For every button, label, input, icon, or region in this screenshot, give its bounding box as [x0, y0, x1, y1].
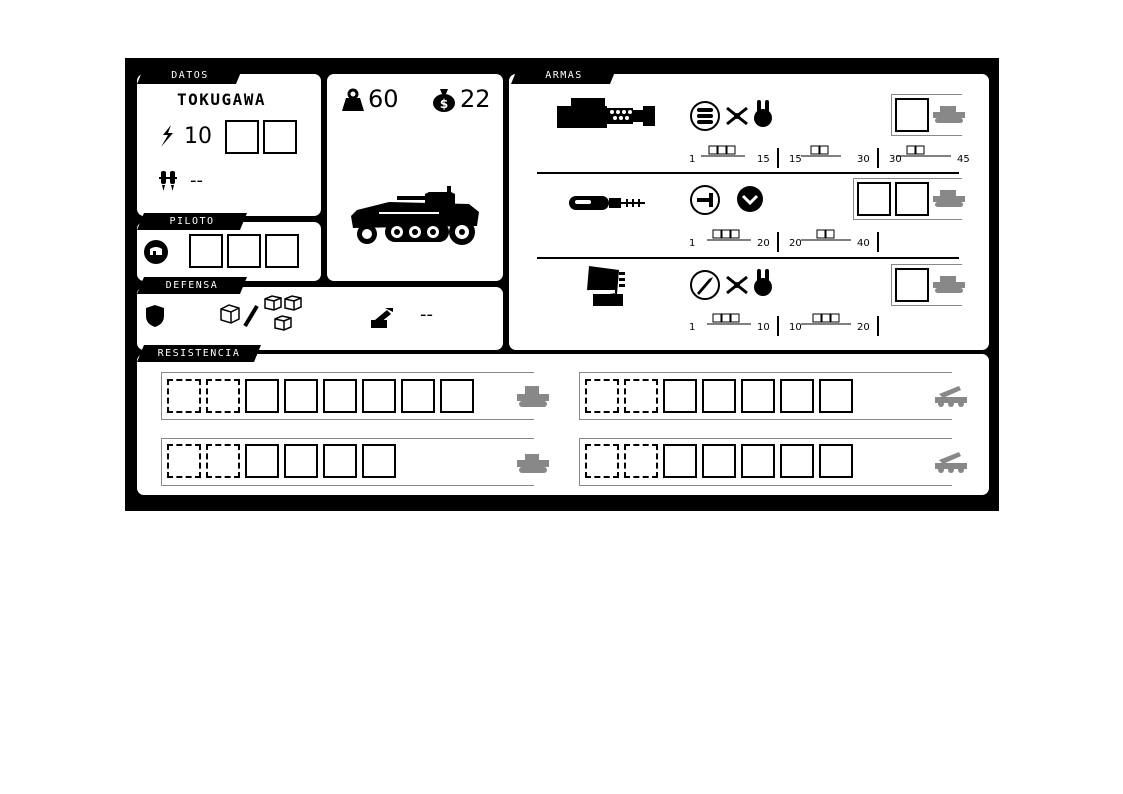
- range-dice-icons: [707, 229, 851, 241]
- pilot-damage-box-1[interactable]: [189, 234, 223, 268]
- rocket-truck-icon: [935, 452, 967, 473]
- datos-tab-label: DATOS: [171, 70, 209, 81]
- resistencia-box[interactable]: [167, 444, 201, 478]
- tank-icon: [517, 386, 549, 407]
- resistencia-box[interactable]: [362, 379, 396, 413]
- resistencia-box[interactable]: [206, 379, 240, 413]
- rifle-weapon-icon: [569, 196, 645, 210]
- weapon-2-range-1-min: 1: [689, 238, 696, 249]
- movement-value: 10: [184, 124, 212, 149]
- chevron-down-icon: [737, 186, 763, 212]
- tank-icon: [933, 276, 965, 293]
- rocket-truck-icon: [935, 386, 967, 407]
- resistencia-box[interactable]: [362, 444, 396, 478]
- slash-divider: [243, 305, 259, 327]
- armas-tab-label: ARMAS: [545, 70, 583, 81]
- tank-silhouette: [351, 186, 479, 245]
- defensa-tab-label: DEFENSA: [165, 280, 219, 291]
- piloto-panel: [137, 222, 321, 281]
- rabbit-icon: [754, 269, 772, 296]
- defensa-panel: --: [137, 287, 503, 350]
- weapon-1-range-1-min: 1: [689, 154, 696, 165]
- dice-icon: [220, 304, 240, 324]
- svg-text:$: $: [440, 97, 448, 111]
- weight-icon: [342, 88, 364, 111]
- resistencia-box[interactable]: [624, 379, 658, 413]
- anti-missile-value: --: [420, 304, 433, 325]
- weapon-separator: [537, 257, 959, 259]
- missile-icon: [690, 270, 720, 300]
- tank-icon: [517, 454, 549, 473]
- launcher-weapon-icon: [587, 266, 625, 306]
- resistencia-tab-label: RESISTENCIA: [157, 348, 241, 359]
- resistencia-box[interactable]: [663, 444, 697, 478]
- speed-icon: [161, 125, 173, 147]
- resistencia-box[interactable]: [440, 379, 474, 413]
- resistencia-box[interactable]: [780, 444, 814, 478]
- blast-icon: [726, 275, 748, 295]
- range-dice-icons: [707, 313, 851, 325]
- pilot-helmet-icon: [144, 240, 168, 264]
- range-divider: [877, 316, 879, 336]
- blast-icon: [726, 106, 748, 126]
- resistencia-box[interactable]: [284, 444, 318, 478]
- resistencia-box[interactable]: [702, 379, 736, 413]
- resistencia-box[interactable]: [284, 379, 318, 413]
- resistencia-box[interactable]: [819, 379, 853, 413]
- money-bag-icon: $: [433, 89, 455, 112]
- resistencia-box[interactable]: [702, 444, 736, 478]
- resistencia-box[interactable]: [585, 444, 619, 478]
- datos-panel: TOKUGAWA 10 --: [137, 74, 321, 216]
- resistencia-box[interactable]: [780, 379, 814, 413]
- armas-panel: 1 15 15 30 30 45 1 20 20 40 1 10 10 20: [509, 74, 989, 350]
- resistencia-box[interactable]: [323, 379, 357, 413]
- jump-value: --: [190, 170, 203, 191]
- pilot-damage-box-2[interactable]: [227, 234, 261, 268]
- resistencia-box[interactable]: [245, 379, 279, 413]
- resistencia-panel: [137, 354, 989, 495]
- weight-value: 60: [368, 85, 399, 113]
- resistencia-box[interactable]: [624, 444, 658, 478]
- weapon-2-damage-box-1[interactable]: [857, 182, 891, 216]
- rabbit-icon: [754, 100, 772, 127]
- piloto-tab-label: PILOTO: [169, 216, 215, 227]
- weapon-3-damage-box-1[interactable]: [895, 268, 929, 302]
- hammer-icon: [690, 185, 720, 215]
- weapon-2-damage-box-2[interactable]: [895, 182, 929, 216]
- anti-missile-icon: [371, 308, 393, 328]
- cost-value: 22: [460, 85, 491, 113]
- dice-icon: [264, 295, 302, 331]
- resistencia-box[interactable]: [245, 444, 279, 478]
- stats-panel: 60 $ 22: [327, 74, 503, 281]
- pilot-damage-box-3[interactable]: [265, 234, 299, 268]
- cannon-weapon-icon: [557, 98, 655, 128]
- resistencia-box[interactable]: [585, 379, 619, 413]
- tank-icon: [933, 106, 965, 123]
- jump-jet-icon: [159, 171, 177, 191]
- unit-name: TOKUGAWA: [177, 90, 267, 109]
- resistencia-box[interactable]: [167, 379, 201, 413]
- resistencia-box[interactable]: [663, 379, 697, 413]
- range-divider: [877, 232, 879, 252]
- weapon-separator: [537, 172, 959, 174]
- resistencia-box[interactable]: [401, 379, 435, 413]
- weapon-3-range-1-min: 1: [689, 322, 696, 333]
- unit-card: TOKUGAWA 10 -- DATOS 60 $ 22 PILOTO -- D…: [125, 58, 999, 511]
- movement-damage-box-2[interactable]: [263, 120, 297, 154]
- movement-damage-box-1[interactable]: [225, 120, 259, 154]
- shield-icon: [146, 305, 164, 327]
- range-dice-icons: [701, 145, 951, 157]
- resistencia-box[interactable]: [741, 444, 775, 478]
- resistencia-box[interactable]: [819, 444, 853, 478]
- tank-icon: [933, 190, 965, 207]
- resistencia-box[interactable]: [206, 444, 240, 478]
- weapon-1-damage-box-1[interactable]: [895, 98, 929, 132]
- resistencia-box[interactable]: [741, 379, 775, 413]
- resistencia-box[interactable]: [323, 444, 357, 478]
- ammo-icon: [690, 101, 720, 131]
